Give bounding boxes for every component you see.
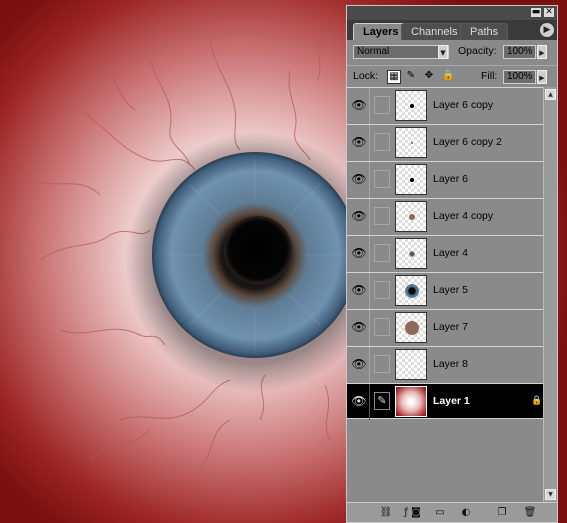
layer-link-box[interactable] — [374, 170, 390, 188]
eye-icon[interactable]: 👁 — [351, 171, 367, 187]
layer-thumbnail — [395, 201, 427, 232]
minimize-icon[interactable]: ▬ — [531, 8, 541, 17]
tab-paths[interactable]: Paths — [460, 23, 509, 40]
layer-lock-icon: 🔒 — [531, 396, 543, 406]
layer-row[interactable]: 👁 Layer 8 — [347, 346, 543, 383]
layer-link-box[interactable] — [374, 96, 390, 114]
eye-icon[interactable]: 👁 — [351, 245, 367, 261]
layer-thumbnail — [395, 349, 427, 380]
scroll-down-icon[interactable]: ▼ — [545, 489, 556, 500]
layers-panel: ▬ ✕ Layers Channels Paths ▶ Normal ▼ Opa… — [346, 5, 558, 523]
layer-name[interactable]: Layer 4 — [433, 247, 468, 259]
layer-link-box[interactable] — [374, 207, 390, 225]
layer-row-selected[interactable]: 👁 ✎ Layer 1 🔒 — [347, 383, 543, 420]
blend-mode-select[interactable]: Normal — [353, 45, 449, 59]
eye-icon[interactable]: 👁 — [351, 319, 367, 335]
layer-row[interactable]: 👁 Layer 6 copy 2 — [347, 124, 543, 161]
layer-name[interactable]: Layer 6 copy 2 — [433, 136, 502, 148]
layer-link-box[interactable] — [374, 281, 390, 299]
layer-name[interactable]: Layer 6 copy — [433, 99, 493, 111]
opacity-slider-arrow-icon[interactable]: ▶ — [537, 45, 547, 59]
layer-name[interactable]: Layer 1 — [433, 395, 470, 407]
link-layers-icon[interactable]: ⛓ — [379, 506, 393, 519]
layer-list-scrollbar[interactable]: ▲ ▼ — [543, 87, 557, 502]
eye-icon[interactable]: 👁 — [351, 356, 367, 372]
layer-mask-icon[interactable]: ◙ — [409, 506, 423, 519]
layer-thumbnail — [395, 275, 427, 306]
brush-icon[interactable]: ✎ — [374, 392, 390, 410]
eye-icon[interactable]: 👁 — [351, 393, 367, 409]
eye-icon[interactable]: 👁 — [351, 208, 367, 224]
eye-icon[interactable]: 👁 — [351, 282, 367, 298]
layer-name[interactable]: Layer 4 copy — [433, 210, 493, 222]
layer-row[interactable]: 👁 Layer 4 — [347, 235, 543, 272]
eye-icon[interactable]: 👁 — [351, 134, 367, 150]
lock-all-icon[interactable]: 🔒 — [442, 70, 454, 82]
lock-image-brush-icon[interactable]: ✎ — [405, 70, 417, 82]
layer-link-box[interactable] — [374, 355, 390, 373]
layer-thumbnail — [395, 312, 427, 343]
pupil — [224, 216, 292, 284]
layer-row[interactable]: 👁 Layer 6 — [347, 161, 543, 198]
layer-thumbnail — [395, 386, 427, 417]
layer-name[interactable]: Layer 8 — [433, 358, 468, 370]
trash-icon[interactable]: 🗑 — [523, 506, 537, 519]
blend-opacity-row: Normal ▼ Opacity: 100% ▶ — [347, 41, 557, 63]
layer-thumbnail — [395, 127, 427, 158]
new-layer-icon[interactable]: ❐ — [495, 506, 509, 519]
lock-fill-row: Lock: ▦ ✎ ✥ 🔒 Fill: 100% ▶ — [347, 65, 557, 89]
panel-title-bar[interactable]: ▬ ✕ — [347, 6, 557, 20]
layer-name[interactable]: Layer 5 — [433, 284, 468, 296]
eye-icon[interactable]: 👁 — [351, 97, 367, 113]
lock-position-move-icon[interactable]: ✥ — [423, 70, 435, 82]
adjustment-layer-icon[interactable]: ◐ — [459, 506, 473, 519]
layer-name[interactable]: Layer 7 — [433, 321, 468, 333]
layer-thumbnail — [395, 90, 427, 121]
layer-row[interactable]: 👁 Layer 6 copy — [347, 87, 543, 124]
opacity-field[interactable]: 100% — [503, 45, 536, 59]
layer-thumbnail — [395, 238, 427, 269]
tab-channels[interactable]: Channels — [401, 23, 468, 40]
lock-label: Lock: — [353, 70, 379, 82]
layer-link-box[interactable] — [374, 318, 390, 336]
layer-row[interactable]: 👁 Layer 7 — [347, 309, 543, 346]
fill-slider-arrow-icon[interactable]: ▶ — [537, 70, 547, 84]
close-icon[interactable]: ✕ — [544, 8, 554, 17]
lock-transparent-icon[interactable]: ▦ — [387, 70, 401, 84]
layer-name[interactable]: Layer 6 — [433, 173, 468, 185]
layer-row[interactable]: 👁 Layer 5 — [347, 272, 543, 309]
fill-label: Fill: — [481, 70, 498, 82]
panel-bottom-toolbar: ⛓ ƒ ◙ ▭ ◐ ❐ 🗑 — [347, 502, 557, 522]
new-group-icon[interactable]: ▭ — [433, 506, 447, 519]
layer-row[interactable]: 👁 Layer 4 copy — [347, 198, 543, 235]
layer-link-box[interactable] — [374, 244, 390, 262]
panel-tab-bar: Layers Channels Paths ▶ — [347, 20, 557, 40]
chevron-down-icon[interactable]: ▼ — [438, 45, 448, 59]
layer-link-box[interactable] — [374, 133, 390, 151]
panel-menu-icon[interactable]: ▶ — [540, 23, 554, 37]
fill-field[interactable]: 100% — [503, 70, 536, 84]
opacity-label: Opacity: — [458, 45, 497, 57]
layer-list: 👁 Layer 6 copy 👁 Layer 6 copy 2 👁 Layer … — [347, 87, 543, 502]
scroll-up-icon[interactable]: ▲ — [545, 89, 556, 100]
layer-thumbnail — [395, 164, 427, 195]
